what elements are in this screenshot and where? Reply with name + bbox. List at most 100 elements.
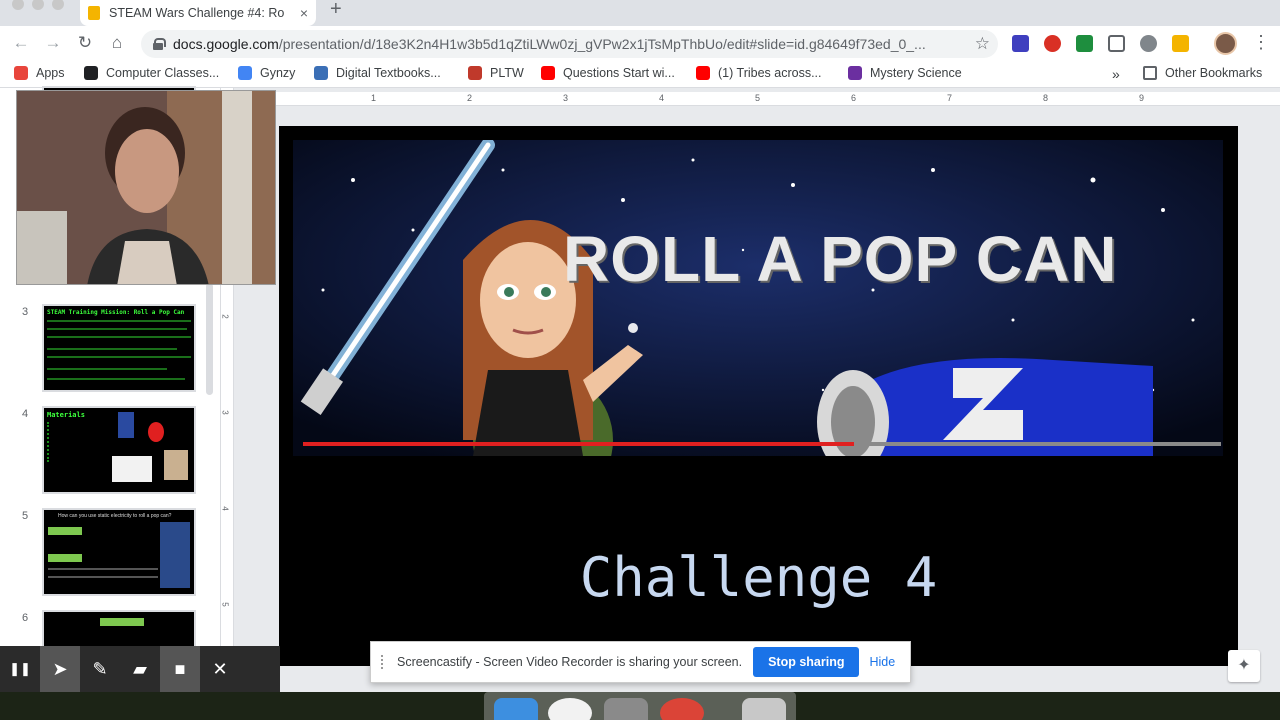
active-tab[interactable]: STEAM Wars Challenge #4: Ro ×	[80, 0, 316, 26]
hide-banner-link[interactable]: Hide	[869, 655, 895, 669]
home-icon[interactable]: ⌂	[106, 33, 128, 53]
ruler-mark: 2	[467, 93, 473, 103]
bookmark-mystery-science[interactable]: Mystery Science	[848, 66, 962, 80]
window-minimize-dot[interactable]	[32, 0, 44, 10]
ruler-mark: 5	[755, 93, 761, 103]
bookmarks-overflow-button[interactable]: »	[1112, 66, 1120, 82]
webcam-feed-illustration	[17, 91, 275, 284]
bookmark-star-icon[interactable]: ☆	[975, 34, 990, 54]
bookmark-label: Questions Start wi...	[563, 66, 675, 80]
extension-c-icon[interactable]	[1012, 35, 1029, 52]
webcam-overlay[interactable]	[16, 90, 276, 285]
mystery-science-icon	[848, 66, 862, 80]
forward-icon[interactable]: →	[42, 33, 64, 53]
ruler-mark: 8	[1043, 93, 1049, 103]
other-bookmarks-label: Other Bookmarks	[1165, 66, 1263, 80]
thumbnail-title: How can you use static electricity to ro…	[58, 513, 172, 519]
url-path: /presentation/d/18e3K2n4H1w3b5d1qZtiLWw0…	[278, 36, 926, 52]
tab-title: STEAM Wars Challenge #4: Ro	[109, 6, 285, 20]
slide-thumbnail-6[interactable]	[42, 610, 196, 650]
slide-thumbnail-5[interactable]: How can you use static electricity to ro…	[42, 508, 196, 596]
slide-number: 3	[22, 306, 29, 318]
slide-canvas[interactable]: ROLL A POP CAN Challenge 4	[279, 126, 1238, 666]
drag-handle-icon[interactable]	[381, 655, 385, 669]
bookmark-digital-textbooks[interactable]: Digital Textbooks...	[314, 66, 441, 80]
photos-icon[interactable]	[548, 698, 592, 720]
extension-cast-icon[interactable]	[1076, 35, 1093, 52]
bookmark-pltw[interactable]: PLTW	[468, 66, 524, 80]
folder-icon	[1143, 66, 1157, 80]
screen: STEAM Wars Challenge #4: Ro × + ← → ↻ ⌂ …	[0, 0, 1280, 720]
bookmark-label: (1) Tribes across...	[718, 66, 822, 80]
profile-avatar[interactable]	[1214, 32, 1237, 55]
globe-icon	[84, 66, 98, 80]
url-text: docs.google.com/presentation/d/18e3K2n4H…	[173, 36, 973, 52]
trash-icon[interactable]	[742, 698, 786, 720]
bookmark-label: Digital Textbooks...	[336, 66, 441, 80]
horizontal-ruler: 1 2 3 4 5 6 7 8 9	[234, 92, 1280, 106]
address-bar[interactable]: docs.google.com/presentation/d/18e3K2n4H…	[141, 30, 998, 58]
thumbnail-title: Materials	[47, 411, 85, 419]
ruler-mark: 2	[220, 314, 230, 319]
video-progress-bar[interactable]	[303, 442, 1221, 446]
bookmark-gynzy[interactable]: Gynzy	[238, 66, 295, 80]
bookmarks-bar: Apps Computer Classes... Gynzy Digital T…	[0, 61, 1280, 88]
pen-tool-icon[interactable]: ✎	[80, 646, 120, 692]
filmstrip-scrollbar[interactable]	[206, 283, 213, 395]
new-tab-button[interactable]: +	[330, 0, 342, 19]
other-bookmarks[interactable]: Other Bookmarks	[1143, 66, 1262, 80]
camera-toggle-icon[interactable]: ■	[160, 646, 200, 692]
url-host: docs.google.com	[173, 36, 279, 52]
window-close-dot[interactable]	[12, 0, 24, 10]
gynzy-icon	[238, 66, 252, 80]
macos-dock-area	[0, 692, 1280, 720]
extension-gear-icon[interactable]	[1140, 35, 1157, 52]
extension-record-icon[interactable]	[1044, 35, 1061, 52]
bookmark-apps[interactable]: Apps	[14, 66, 65, 80]
bookmark-label: PLTW	[490, 66, 524, 80]
slide-number: 5	[22, 510, 29, 522]
tab-close-icon[interactable]: ×	[300, 5, 308, 21]
system-preferences-icon[interactable]	[604, 698, 648, 720]
back-icon[interactable]: ←	[10, 33, 32, 53]
extension-grid-icon[interactable]	[1108, 35, 1125, 52]
challenge-title: Challenge 4	[579, 546, 938, 609]
bookmark-label: Computer Classes...	[106, 66, 220, 80]
globe-icon	[314, 66, 328, 80]
eraser-tool-icon[interactable]: ▰	[120, 646, 160, 692]
thumbnail-title: STEAM Training Mission: Roll a Pop Can	[47, 309, 185, 316]
ruler-mark: 9	[1139, 93, 1145, 103]
extension-thumb-icon[interactable]	[1172, 35, 1189, 52]
slide-number: 6	[22, 612, 29, 624]
browser-menu-icon[interactable]: ⋮	[1252, 32, 1270, 53]
finder-icon[interactable]	[494, 698, 538, 720]
embedded-video[interactable]: ROLL A POP CAN	[293, 140, 1223, 456]
bookmark-label: Gynzy	[260, 66, 296, 80]
bookmark-label: Mystery Science	[870, 66, 962, 80]
explore-button[interactable]: ✦	[1228, 650, 1260, 682]
window-zoom-dot[interactable]	[52, 0, 64, 10]
ruler-mark: 4	[220, 506, 230, 511]
banner-title: ROLL A POP CAN	[563, 223, 1118, 295]
ruler-mark: 5	[220, 602, 230, 607]
bookmark-computer-classes[interactable]: Computer Classes...	[84, 66, 219, 80]
video-progress-fill	[303, 442, 854, 446]
pause-recording-icon[interactable]: ❚❚	[0, 646, 40, 692]
chrome-icon[interactable]	[660, 698, 704, 720]
ruler-mark: 4	[659, 93, 665, 103]
pointer-tool-icon[interactable]: ➤	[40, 646, 80, 692]
screen-share-banner: Screencastify - Screen Video Recorder is…	[370, 641, 911, 683]
ruler-mark: 7	[947, 93, 953, 103]
close-toolbar-icon[interactable]: ✕	[200, 646, 240, 692]
slide-thumbnail-4[interactable]: Materials	[42, 406, 196, 494]
ruler-mark: 1	[371, 93, 377, 103]
bookmark-tribes[interactable]: (1) Tribes across...	[696, 66, 822, 80]
share-message: Screencastify - Screen Video Recorder is…	[397, 655, 743, 669]
stop-sharing-button[interactable]: Stop sharing	[753, 647, 860, 677]
slide-thumbnail-3[interactable]: STEAM Training Mission: Roll a Pop Can	[42, 304, 196, 392]
lock-icon	[153, 38, 166, 50]
dock	[484, 692, 796, 720]
bookmark-questions[interactable]: Questions Start wi...	[541, 66, 675, 80]
youtube-icon	[696, 66, 710, 80]
reload-icon[interactable]: ↻	[74, 33, 96, 53]
